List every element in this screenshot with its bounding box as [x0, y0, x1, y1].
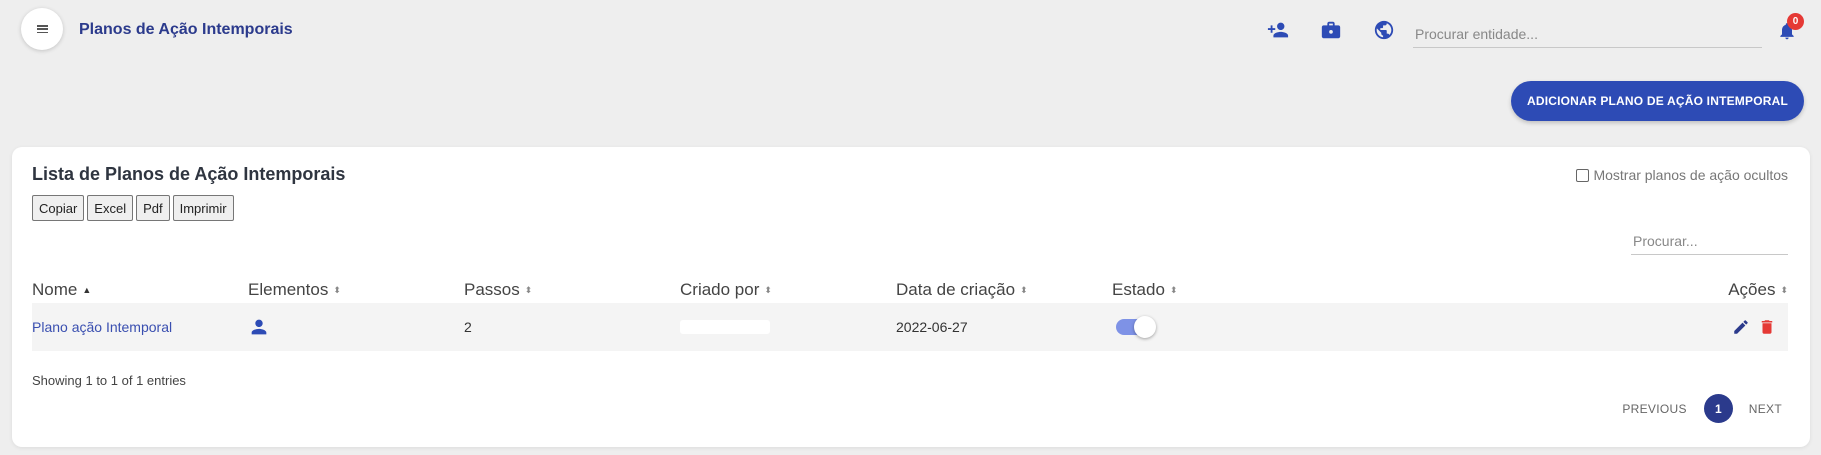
top-bar: Planos de Ação Intemporais 0 [0, 0, 1821, 60]
delete-icon[interactable] [1758, 318, 1776, 336]
status-toggle[interactable] [1116, 316, 1156, 338]
edit-icon[interactable] [1732, 318, 1750, 336]
sort-icon: ⬍ [1020, 284, 1028, 295]
toolbox-icon[interactable] [1320, 19, 1342, 41]
sort-asc-icon: ▲ [82, 284, 92, 295]
add-action-plan-button[interactable]: ADICIONAR PLANO DE AÇÃO INTEMPORAL [1511, 81, 1804, 121]
column-header-acoes[interactable]: Ações ⬍ [1728, 273, 1788, 307]
show-hidden-toggle: Mostrar planos de ação ocultos [1576, 167, 1788, 183]
cell-estado [1116, 303, 1156, 351]
entity-search-input[interactable] [1413, 20, 1762, 48]
sort-icon: ⬍ [764, 284, 772, 295]
column-label: Passos [464, 280, 520, 299]
sort-icon: ⬍ [524, 284, 533, 295]
creator-value [680, 320, 770, 334]
menu-button[interactable] [21, 8, 63, 50]
column-label: Nome [32, 280, 78, 299]
plan-name-link[interactable]: Plano ação Intemporal [32, 319, 172, 335]
show-hidden-label: Mostrar planos de ação ocultos [1593, 167, 1788, 183]
next-button[interactable]: NEXT [1749, 402, 1782, 416]
column-label: Data de criação [896, 280, 1016, 299]
column-header-passos[interactable]: Passos ⬍ [464, 273, 532, 307]
table-search-input[interactable] [1631, 227, 1788, 255]
page-1-button[interactable]: 1 [1703, 394, 1733, 423]
sort-icon: ⬍ [1169, 284, 1178, 295]
column-header-nome[interactable]: Nome ▲ [32, 273, 91, 307]
copy-button[interactable]: Copiar [32, 195, 85, 221]
column-label: Elementos [248, 280, 329, 299]
previous-button[interactable]: PREVIOUS [1622, 402, 1686, 416]
cell-nome: Plano ação Intemporal [32, 303, 172, 351]
column-header-data-criacao[interactable]: Data de criação ⬍ [896, 273, 1028, 307]
page-title: Planos de Ação Intemporais [79, 21, 293, 38]
globe-icon[interactable] [1373, 19, 1395, 41]
excel-button[interactable]: Excel [87, 195, 134, 221]
cell-acoes [1732, 303, 1776, 351]
add-user-icon[interactable] [1267, 19, 1289, 41]
column-header-estado[interactable]: Estado ⬍ [1112, 273, 1177, 307]
pagination: PREVIOUS 1 NEXT [1622, 394, 1782, 423]
cell-passos: 2 [464, 319, 472, 335]
menu-icon [36, 25, 48, 33]
action-plans-card: Lista de Planos de Ação Intemporais Most… [12, 147, 1810, 447]
table-info: Showing 1 to 1 of 1 entries [32, 373, 186, 388]
cell-elementos [248, 303, 270, 351]
pdf-button[interactable]: Pdf [136, 195, 170, 221]
column-header-elementos[interactable]: Elementos ⬍ [248, 273, 341, 307]
cell-data-criacao: 2022-06-27 [896, 319, 968, 335]
notification-badge: 0 [1787, 13, 1804, 30]
user-icon[interactable] [248, 316, 270, 338]
cell-criado-por [680, 303, 770, 351]
print-button[interactable]: Imprimir [172, 195, 234, 221]
export-buttons: Copiar Excel Pdf Imprimir [32, 195, 234, 221]
column-header-criado-por[interactable]: Criado por ⬍ [680, 273, 772, 307]
show-hidden-checkbox[interactable] [1576, 168, 1590, 182]
table-header: Nome ▲ Elementos ⬍ Passos ⬍ Criado por ⬍ Dat… [32, 273, 1788, 307]
table-row: Plano ação Intemporal 2 2022-06-27 [32, 303, 1788, 351]
column-label: Estado [1112, 280, 1165, 299]
card-title: Lista de Planos de Ação Intemporais [32, 164, 346, 184]
sort-icon: ⬍ [333, 284, 341, 295]
column-label: Ações [1728, 280, 1776, 299]
column-label: Criado por [680, 280, 760, 299]
sort-icon: ⬍ [1780, 284, 1788, 295]
